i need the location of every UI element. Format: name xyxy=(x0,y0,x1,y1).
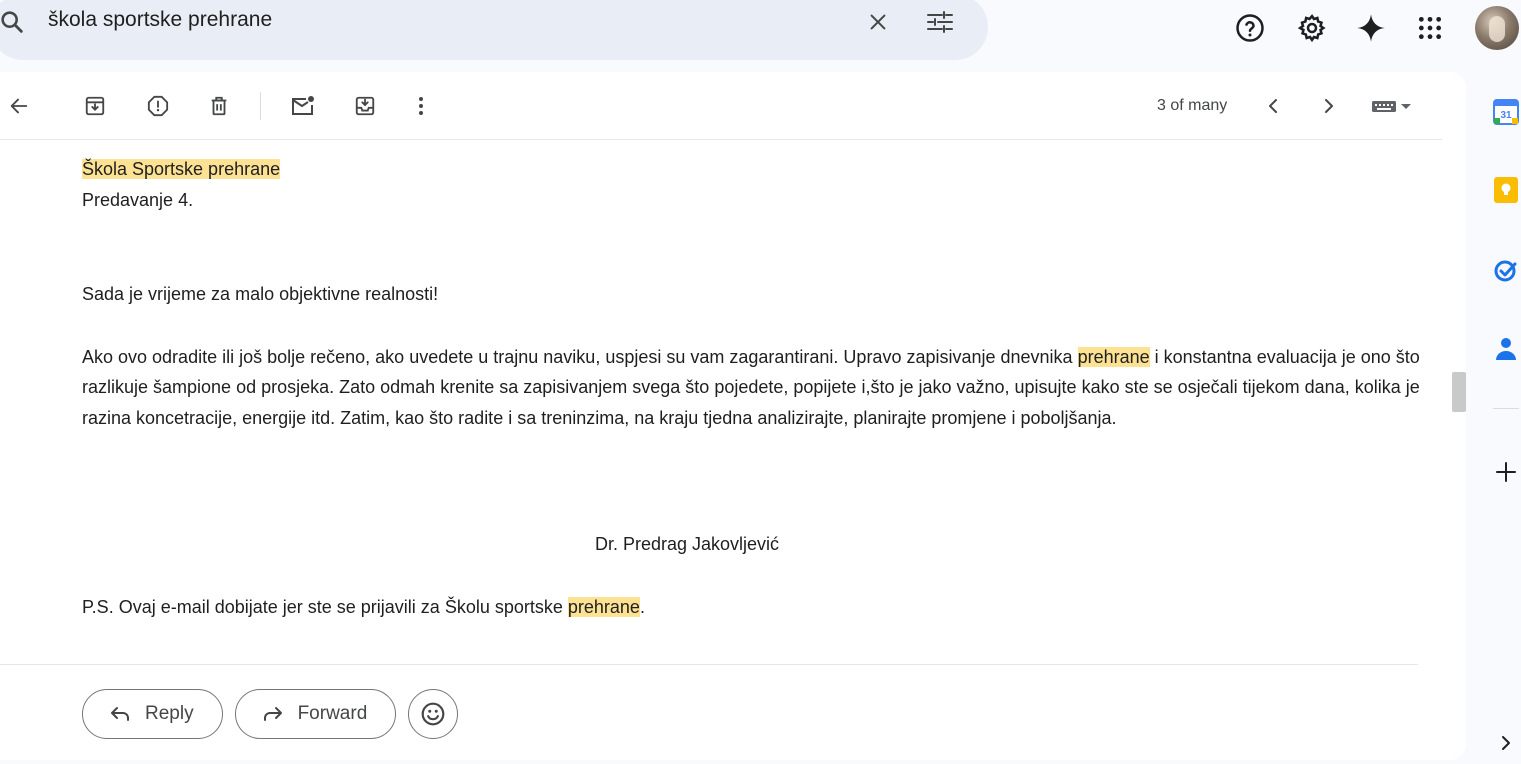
reply-label: Reply xyxy=(145,703,194,724)
side-panel-divider xyxy=(1493,408,1519,409)
paragraph-text: Ako ovo odradite ili još bolje rečeno, a… xyxy=(82,346,1078,367)
scrollbar-thumb[interactable] xyxy=(1452,372,1466,412)
search-highlight: prehrane xyxy=(1077,346,1150,367)
postscript: P.S. Ovaj e-mail dobijate jer ste se pri… xyxy=(82,592,1422,623)
forward-icon xyxy=(263,707,282,721)
settings-icon[interactable] xyxy=(1292,8,1332,48)
chevron-right-icon[interactable] xyxy=(1492,729,1520,757)
message-toolbar: 3 of many xyxy=(0,72,1442,140)
contacts-icon[interactable] xyxy=(1492,335,1520,363)
forward-button[interactable]: Forward xyxy=(234,689,397,739)
back-arrow-icon[interactable] xyxy=(2,89,36,123)
message-body: Škola Sportske prehrane Predavanje 4. Sa… xyxy=(82,154,1422,622)
calendar-icon[interactable]: 31 xyxy=(1492,97,1520,125)
tasks-icon[interactable] xyxy=(1492,256,1520,284)
emoji-icon[interactable] xyxy=(408,689,459,739)
move-to-icon[interactable] xyxy=(348,89,382,123)
message-title: Škola Sportske prehrane xyxy=(82,154,1422,185)
search-bar[interactable]: škola sportske prehrane xyxy=(0,0,988,60)
more-vert-icon[interactable] xyxy=(404,89,438,123)
paragraph-text: . xyxy=(639,596,645,617)
message-subtitle: Predavanje 4. xyxy=(82,189,194,210)
message-divider xyxy=(0,664,1418,665)
mark-unread-icon[interactable] xyxy=(286,89,320,123)
avatar[interactable] xyxy=(1475,6,1519,50)
report-spam-icon[interactable] xyxy=(141,89,175,123)
reply-button[interactable]: Reply xyxy=(82,689,223,739)
paragraph-text: P.S. Ovaj e-mail dobijate jer ste se pri… xyxy=(82,596,568,617)
message-view: 3 of many Škola Sportske prehrane Predav… xyxy=(0,72,1466,760)
signature: Dr. Predrag Jakovljević xyxy=(594,534,780,554)
calendar-day: 31 xyxy=(1500,110,1512,121)
keyboard-icon[interactable] xyxy=(1366,89,1418,123)
gemini-icon[interactable] xyxy=(1351,8,1391,48)
search-highlight: Škola Sportske prehrane xyxy=(82,159,281,179)
chevron-right-icon[interactable] xyxy=(1312,89,1346,123)
chevron-left-icon[interactable] xyxy=(1256,89,1290,123)
delete-icon[interactable] xyxy=(202,89,236,123)
archive-icon[interactable] xyxy=(78,89,112,123)
search-input[interactable]: škola sportske prehrane xyxy=(48,8,272,32)
search-icon[interactable] xyxy=(0,8,26,36)
pagination-count: 3 of many xyxy=(1157,97,1228,114)
reply-icon xyxy=(111,707,129,721)
forward-label: Forward xyxy=(297,703,368,724)
tune-icon[interactable] xyxy=(922,6,958,38)
message-paragraph: Sada je vrijeme za malo objektivne realn… xyxy=(82,284,439,304)
add-icon[interactable] xyxy=(1492,458,1520,486)
apps-icon[interactable] xyxy=(1410,8,1450,48)
search-highlight: prehrane xyxy=(567,596,640,617)
reply-actions: Reply Forward xyxy=(82,689,459,739)
help-icon[interactable] xyxy=(1230,8,1270,48)
message-paragraph: Ako ovo odradite ili još bolje rečeno, a… xyxy=(82,342,1422,434)
close-icon[interactable] xyxy=(862,6,894,38)
keep-icon[interactable] xyxy=(1492,176,1520,204)
toolbar-divider xyxy=(260,92,261,120)
